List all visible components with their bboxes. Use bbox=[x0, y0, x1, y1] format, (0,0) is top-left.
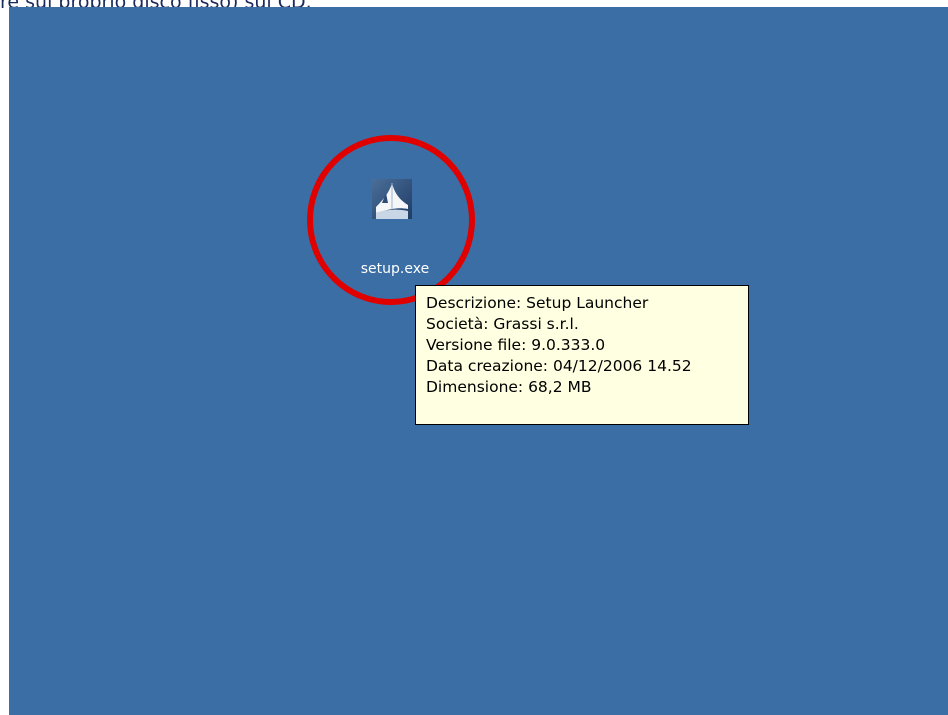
tooltip-company: Società: Grassi s.r.l. bbox=[426, 315, 579, 333]
desktop[interactable]: setup.exe Descrizione: Setup Launcher So… bbox=[9, 7, 948, 715]
tooltip-description: Descrizione: Setup Launcher bbox=[426, 294, 649, 312]
page: re sul proprio disco fisso) sul CD. setu… bbox=[0, 0, 948, 715]
tooltip-creation-date: Data creazione: 04/12/2006 14.52 bbox=[426, 357, 692, 375]
tooltip-file-version: Versione file: 9.0.333.0 bbox=[426, 336, 606, 354]
setup-exe-label[interactable]: setup.exe bbox=[352, 261, 438, 277]
tooltip-size: Dimensione: 68,2 MB bbox=[426, 378, 592, 396]
file-info-tooltip: Descrizione: Setup Launcher Società: Gra… bbox=[415, 285, 749, 425]
setup-launcher-icon[interactable] bbox=[372, 179, 412, 241]
setup-exe-desktop-icon[interactable]: setup.exe bbox=[352, 179, 452, 279]
